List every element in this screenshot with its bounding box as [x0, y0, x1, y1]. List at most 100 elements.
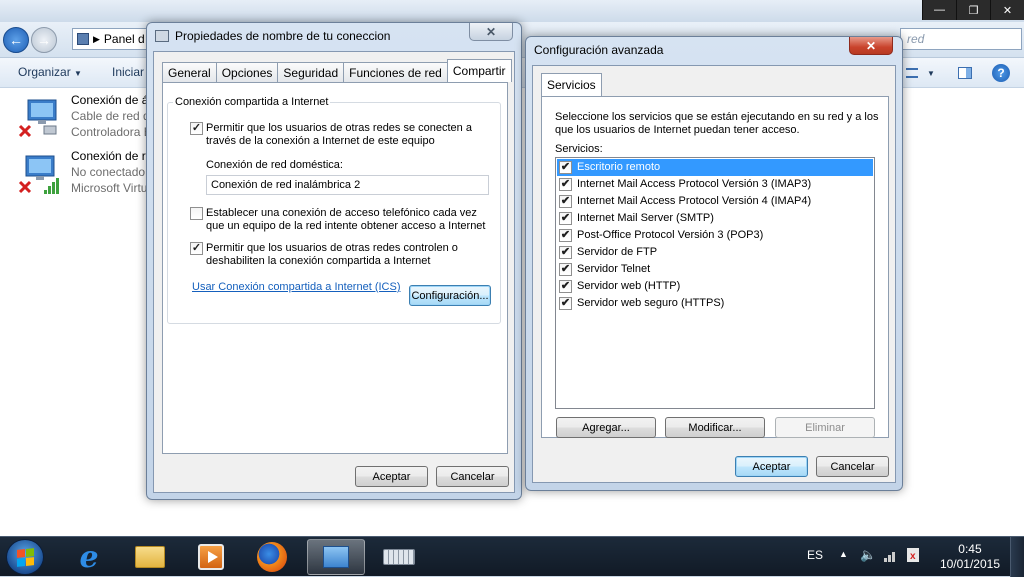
- list-item[interactable]: Conexión de á Cable de red d Controlador…: [16, 92, 156, 148]
- tab-network-functions[interactable]: Funciones de red: [343, 62, 448, 82]
- keyboard-taskbar-button[interactable]: [370, 539, 428, 575]
- cancel-button[interactable]: Cancelar: [816, 456, 889, 477]
- media-player-taskbar-button[interactable]: [182, 539, 240, 575]
- close-button[interactable]: ✕: [469, 23, 513, 41]
- allow-share-label: Permitir que los usuarios de otras redes…: [206, 122, 496, 148]
- preview-pane-icon[interactable]: [956, 63, 974, 83]
- description-line1: Seleccione los servicios que se están ej…: [555, 111, 879, 123]
- dialog-app-icon: [155, 30, 169, 42]
- service-checkbox[interactable]: ✔: [559, 280, 572, 293]
- view-options-icon[interactable]: [904, 63, 920, 83]
- service-name: Escritorio remoto: [577, 161, 661, 173]
- dialup-line2: que un equipo de la red intente obtener …: [206, 220, 486, 232]
- tab-strip: General Opciones Seguridad Funciones de …: [162, 59, 512, 82]
- show-hidden-icons-icon[interactable]: ▲: [839, 549, 848, 559]
- list-item[interactable]: ✔ Servidor de FTP: [557, 244, 873, 261]
- language-indicator[interactable]: ES: [807, 548, 823, 562]
- tab-general[interactable]: General: [162, 62, 217, 82]
- delete-button: Eliminar: [775, 417, 875, 438]
- address-text: Panel d: [103, 32, 145, 46]
- service-name: Internet Mail Server (SMTP): [577, 212, 714, 224]
- firefox-taskbar-button[interactable]: [243, 539, 301, 575]
- service-checkbox[interactable]: ✔: [559, 195, 572, 208]
- list-item[interactable]: Conexión de re No conectado Microsoft Vi…: [16, 148, 156, 204]
- forward-button[interactable]: →: [31, 27, 57, 53]
- list-item[interactable]: ✔ Internet Mail Access Protocol Versión 4…: [557, 193, 873, 210]
- folder-icon: [135, 546, 165, 568]
- service-checkbox[interactable]: ✔: [559, 161, 572, 174]
- add-button[interactable]: Agregar...: [556, 417, 656, 438]
- list-item[interactable]: ✔ Servidor web (HTTP): [557, 278, 873, 295]
- service-checkbox[interactable]: ✔: [559, 212, 572, 225]
- system-clock[interactable]: 0:45 10/01/2015: [940, 542, 1000, 572]
- services-description: Seleccione los servicios que se están ej…: [555, 111, 885, 137]
- control-panel-icon: [323, 546, 349, 568]
- windows-logo-icon: [16, 547, 34, 567]
- file-explorer-taskbar-button[interactable]: [121, 539, 179, 575]
- tab-options[interactable]: Opciones: [215, 62, 279, 82]
- view-dropdown-icon[interactable]: ▼: [925, 63, 937, 83]
- ics-help-link[interactable]: Usar Conexión compartida a Internet (ICS…: [192, 281, 400, 293]
- ok-button[interactable]: Aceptar: [355, 466, 428, 487]
- list-item[interactable]: ✔ Post-Office Protocol Versión 3 (POP3): [557, 227, 873, 244]
- service-checkbox[interactable]: ✔: [559, 297, 572, 310]
- settings-button[interactable]: Configuración...: [409, 285, 491, 306]
- list-item[interactable]: ✔ Internet Mail Server (SMTP): [557, 210, 873, 227]
- service-checkbox[interactable]: ✔: [559, 246, 572, 259]
- organize-button[interactable]: Organizar ▼: [18, 65, 82, 79]
- list-item[interactable]: ✔ Servidor web seguro (HTTPS): [557, 295, 873, 312]
- help-icon: ?: [992, 64, 1010, 82]
- arrow-left-icon: ←: [9, 32, 23, 48]
- connection-status: Cable de red d: [71, 109, 150, 123]
- cancel-button[interactable]: Cancelar: [436, 466, 509, 487]
- minimize-button[interactable]: —: [922, 0, 956, 20]
- allow-share-line1: Permitir que los usuarios de otras redes…: [206, 122, 472, 134]
- tab-sharing[interactable]: Compartir: [446, 59, 512, 82]
- services-listbox[interactable]: ✔ Escritorio remoto ✔ Internet Mail Access …: [555, 157, 875, 409]
- allow-share-checkbox[interactable]: ✓: [190, 122, 203, 135]
- back-button[interactable]: ←: [3, 27, 29, 53]
- start-button[interactable]: [6, 539, 44, 575]
- maximize-button[interactable]: ❐: [956, 0, 990, 20]
- keyboard-icon: [383, 549, 415, 565]
- modify-button[interactable]: Modificar...: [665, 417, 765, 438]
- window-controls: — ❐ ✕: [922, 0, 1024, 20]
- allow-share-line2: través de la conexión a Internet de este…: [206, 135, 435, 147]
- start-button-toolbar[interactable]: Iniciar: [112, 65, 144, 79]
- action-center-flag-icon[interactable]: x: [907, 548, 919, 565]
- service-name: Servidor de FTP: [577, 246, 658, 258]
- search-input[interactable]: red: [900, 28, 1022, 50]
- tab-security[interactable]: Seguridad: [277, 62, 345, 82]
- allow-control-checkbox[interactable]: ✓: [190, 242, 203, 255]
- network-status-icon[interactable]: [884, 548, 895, 565]
- dialup-checkbox[interactable]: [190, 207, 203, 220]
- address-box[interactable]: ▶ Panel d: [72, 28, 148, 50]
- help-button[interactable]: ?: [991, 63, 1011, 83]
- close-button[interactable]: ✕: [849, 37, 893, 55]
- close-window-button[interactable]: ✕: [990, 0, 1024, 20]
- internet-explorer-taskbar-button[interactable]: e: [60, 539, 118, 575]
- service-checkbox[interactable]: ✔: [559, 178, 572, 191]
- tab-services[interactable]: Servicios: [541, 73, 602, 96]
- control-panel-taskbar-button[interactable]: [307, 539, 365, 575]
- service-checkbox[interactable]: ✔: [559, 229, 572, 242]
- clock-date: 10/01/2015: [939, 557, 1000, 571]
- dialog-title: Propiedades de nombre de tu coneccion: [175, 29, 391, 43]
- volume-icon[interactable]: 🔈: [860, 547, 876, 563]
- home-network-field[interactable]: Conexión de red inalámbrica 2: [206, 175, 489, 195]
- list-item[interactable]: ✔ Servidor Telnet: [557, 261, 873, 278]
- tab-strip: Servicios: [541, 73, 602, 96]
- show-desktop-button[interactable]: [1010, 537, 1024, 577]
- description-line2: que los usuarios de Internet puedan tene…: [555, 124, 800, 136]
- allow-control-label: Permitir que los usuarios de otras redes…: [206, 242, 496, 268]
- services-label: Servicios:: [555, 143, 603, 155]
- close-icon: ✕: [865, 38, 877, 53]
- dialog-title: Configuración avanzada: [534, 43, 664, 57]
- list-item[interactable]: ✔ Internet Mail Access Protocol Versión 3…: [557, 176, 873, 193]
- arrow-right-icon: →: [37, 32, 51, 48]
- service-checkbox[interactable]: ✔: [559, 263, 572, 276]
- service-name: Internet Mail Access Protocol Versión 3 …: [577, 178, 812, 190]
- ok-button[interactable]: Aceptar: [735, 456, 808, 477]
- list-item[interactable]: ✔ Escritorio remoto: [557, 159, 873, 176]
- explorer-titlebar: — ❐ ✕: [0, 0, 1024, 22]
